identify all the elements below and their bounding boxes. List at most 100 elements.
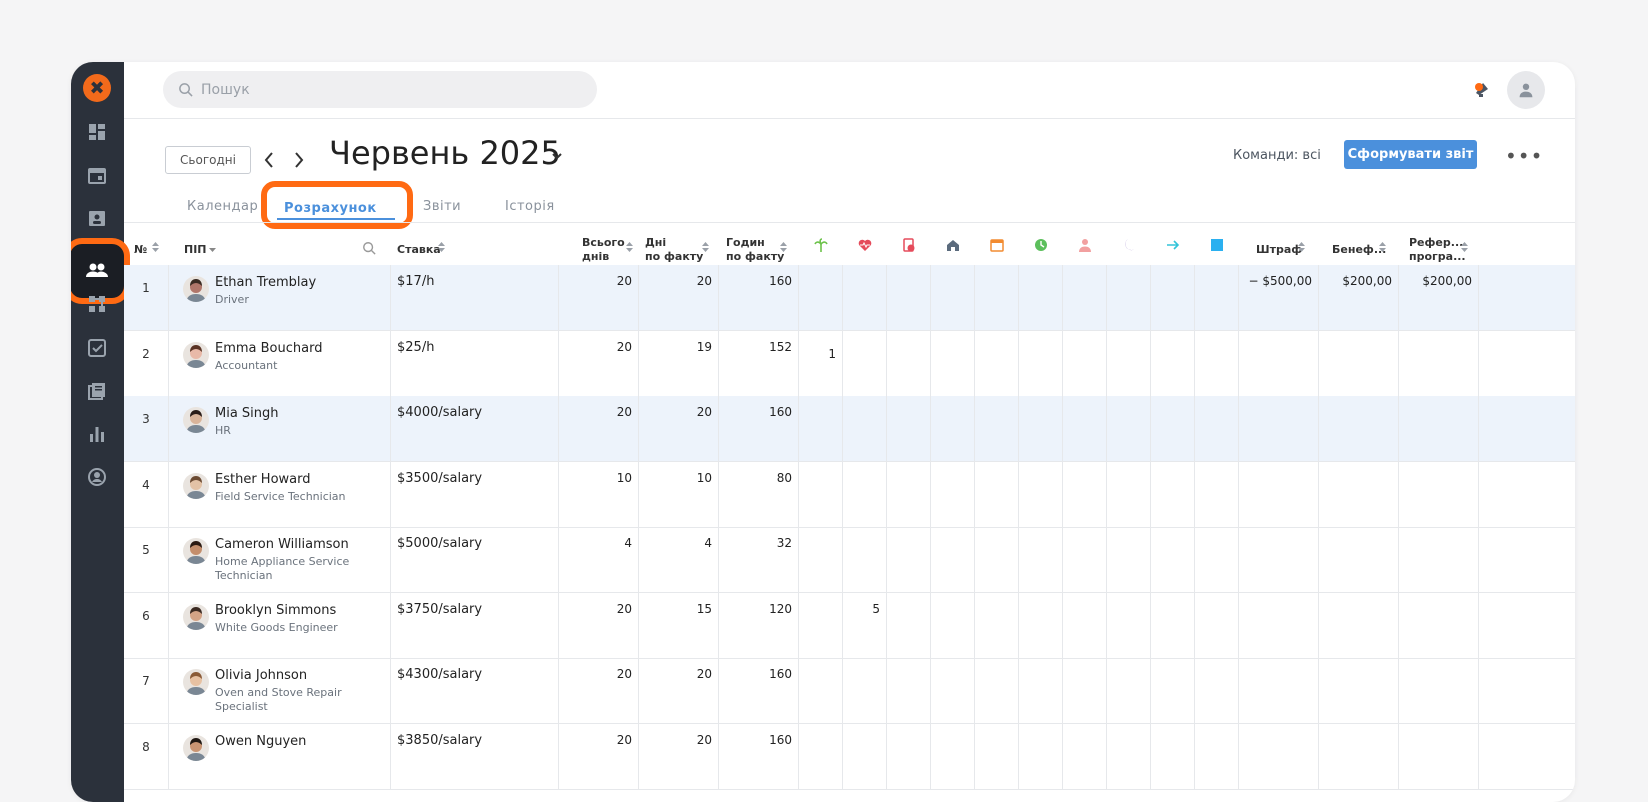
avatar[interactable] <box>183 472 209 499</box>
palm-tree-icon[interactable] <box>814 238 828 252</box>
column-divider <box>1318 592 1319 658</box>
employee-role: HR <box>215 424 231 437</box>
tab-reports[interactable]: Звіти <box>423 199 461 214</box>
employee-name[interactable]: Mia Singh <box>215 406 279 421</box>
avatar[interactable] <box>183 341 209 368</box>
employee-name[interactable]: Ethan Tremblay <box>215 275 316 290</box>
today-button[interactable]: Сьогодні <box>165 146 251 174</box>
avatar[interactable] <box>183 276 209 302</box>
teams-filter[interactable]: Команди: всі <box>1233 148 1321 163</box>
col-rate[interactable]: Ставка <box>397 243 441 256</box>
month-title: Червень 2025 <box>329 134 561 172</box>
contacts-icon[interactable] <box>87 208 107 228</box>
column-divider <box>886 527 887 592</box>
more-options-button[interactable]: ••• <box>1505 144 1543 168</box>
col-hours-fact-sort-icon[interactable] <box>780 241 787 253</box>
col-number[interactable]: № <box>134 243 147 256</box>
column-divider <box>842 592 843 658</box>
column-divider <box>1194 461 1195 527</box>
employee-name[interactable]: Owen Nguyen <box>215 734 306 749</box>
col-rate-sort-icon[interactable] <box>438 241 445 253</box>
col-referral-line1[interactable]: Рефер... <box>1409 236 1463 249</box>
user-avatar[interactable] <box>1507 71 1545 109</box>
month-dropdown[interactable] <box>549 148 565 164</box>
table-row[interactable]: 2 Emma Bouchard Accountant $25/h 20 19 152 1 <box>124 330 1575 397</box>
documents-icon[interactable] <box>87 381 107 401</box>
avatar[interactable] <box>183 407 209 433</box>
calendar-nav-icon[interactable] <box>87 165 107 185</box>
col-benefit-sort-icon[interactable] <box>1379 241 1386 253</box>
table-row[interactable]: 4 Esther Howard Field Service Technician $3… <box>124 461 1575 528</box>
column-divider <box>1238 265 1239 330</box>
col-total-days-sort-icon[interactable] <box>626 241 633 253</box>
col-fine-sort-icon[interactable] <box>1298 241 1305 253</box>
generate-report-button[interactable]: Сформувати звіт <box>1344 140 1477 169</box>
column-divider <box>718 330 719 396</box>
row-number: 3 <box>142 412 150 426</box>
column-divider <box>1018 330 1019 396</box>
col-days-fact-sort-icon[interactable] <box>702 241 709 253</box>
name-search-icon[interactable] <box>362 241 376 255</box>
column-divider <box>638 723 639 789</box>
dashboard-icon[interactable] <box>87 122 107 142</box>
column-divider <box>974 723 975 789</box>
tab-calendar[interactable]: Календар <box>187 199 258 214</box>
col-hours-fact-line1[interactable]: Годин <box>726 236 765 249</box>
employee-name[interactable]: Brooklyn Simmons <box>215 603 336 618</box>
column-divider <box>930 658 931 723</box>
search-input[interactable]: Пошук <box>163 71 597 108</box>
app-logo[interactable]: ✖ <box>83 74 111 102</box>
column-divider <box>1018 461 1019 527</box>
clock-icon[interactable] <box>1034 238 1048 252</box>
hours-fact-value: 160 <box>769 405 792 419</box>
employee-name[interactable]: Esther Howard <box>215 472 311 487</box>
medical-document-icon[interactable] <box>902 238 916 252</box>
table-row[interactable]: 6 Brooklyn Simmons White Goods Engineer $37… <box>124 592 1575 659</box>
avatar[interactable] <box>183 603 209 630</box>
col-referral-sort-icon[interactable] <box>1461 241 1468 253</box>
employee-name[interactable]: Emma Bouchard <box>215 341 322 356</box>
col-name[interactable]: ПІП <box>184 243 207 256</box>
column-divider <box>1018 658 1019 723</box>
column-divider <box>638 592 639 658</box>
square-icon[interactable] <box>1210 238 1224 252</box>
tasks-icon[interactable] <box>87 338 107 358</box>
col-number-sort-icon[interactable] <box>152 241 159 253</box>
employee-name[interactable]: Cameron Williamson <box>215 537 349 552</box>
home-icon[interactable] <box>946 238 960 252</box>
column-divider <box>1398 592 1399 658</box>
col-days-fact-line1[interactable]: Дні <box>645 236 666 249</box>
dropdown-caret-icon[interactable] <box>209 244 216 256</box>
total-days-value: 20 <box>616 339 632 354</box>
table-row[interactable]: 3 Mia Singh HR $4000/salary 20 20 160 <box>124 396 1575 462</box>
profile-icon[interactable] <box>87 467 107 487</box>
hours-fact-value: 160 <box>769 667 792 681</box>
avatar[interactable] <box>183 734 209 761</box>
heart-pulse-icon[interactable] <box>858 238 872 252</box>
avatar[interactable] <box>183 538 209 564</box>
calendar-icon[interactable] <box>990 238 1004 252</box>
next-month-button[interactable] <box>289 148 309 172</box>
avatar[interactable] <box>183 669 209 695</box>
moon-icon[interactable] <box>1122 238 1136 252</box>
column-divider <box>1318 396 1319 461</box>
prev-month-button[interactable] <box>259 148 279 172</box>
col-total-days-line1[interactable]: Всього <box>582 236 625 249</box>
days-fact-value: 10 <box>696 470 712 485</box>
tab-payroll[interactable]: Розрахунок <box>284 201 377 216</box>
table-row[interactable]: 7 Olivia Johnson Oven and Stove Repair Spe… <box>124 658 1575 724</box>
workflow-icon[interactable] <box>87 294 107 314</box>
employee-name[interactable]: Olivia Johnson <box>215 668 307 683</box>
arrow-right-icon[interactable] <box>1166 238 1180 252</box>
notifications-icon[interactable] <box>1470 78 1492 100</box>
table-row[interactable]: 1 Ethan Tremblay Driver $17/h 20 20 160 − $500,… <box>124 265 1575 331</box>
table-row[interactable]: 5 Cameron Williamson Home Appliance Servic… <box>124 527 1575 593</box>
table-row[interactable]: 8 Owen Nguyen $3850/salary 20 20 160 <box>124 723 1575 790</box>
column-divider <box>558 527 559 592</box>
col-fine[interactable]: Штраф <box>1256 243 1302 256</box>
tab-history[interactable]: Історія <box>505 199 555 214</box>
person-icon[interactable] <box>1078 238 1092 252</box>
column-divider <box>1238 592 1239 658</box>
analytics-icon[interactable] <box>87 424 107 444</box>
column-divider <box>1398 461 1399 527</box>
